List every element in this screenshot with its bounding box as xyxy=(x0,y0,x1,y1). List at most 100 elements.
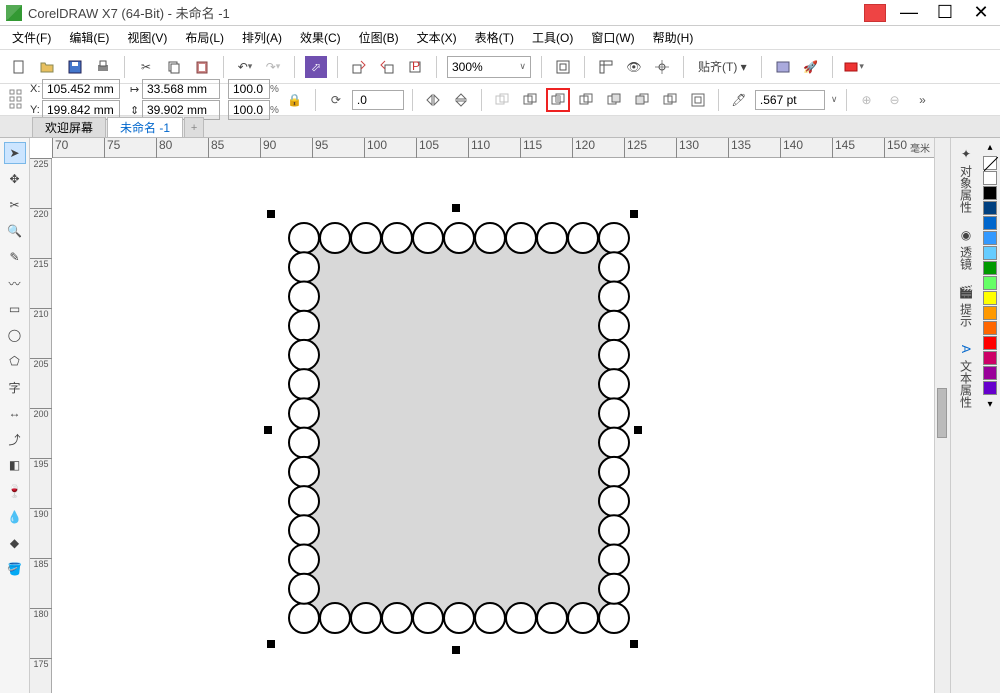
trim-button[interactable] xyxy=(518,88,542,112)
pick-tool[interactable]: ➤ xyxy=(4,142,26,164)
open-button[interactable] xyxy=(36,56,58,78)
cut-button[interactable]: ✂ xyxy=(135,56,157,78)
docker-hints[interactable]: 🎬提示 xyxy=(958,284,975,327)
freehand-tool[interactable]: ✎ xyxy=(4,246,26,268)
launch-button[interactable]: 🚀 xyxy=(800,56,822,78)
show-guides-button[interactable] xyxy=(651,56,673,78)
docker-object-properties[interactable]: ✦对象属性 xyxy=(958,146,975,213)
menu-视图[interactable]: 视图(V) xyxy=(119,26,175,49)
menu-位图[interactable]: 位图(B) xyxy=(351,26,407,49)
parallel-dim-tool[interactable]: ↔ xyxy=(4,402,26,424)
menu-效果[interactable]: 效果(C) xyxy=(292,26,349,49)
mirror-h-button[interactable] xyxy=(421,88,445,112)
palette-down-icon[interactable]: ▾ xyxy=(987,399,992,410)
color-swatch[interactable] xyxy=(983,186,997,200)
menu-文本[interactable]: 文本(X) xyxy=(409,26,465,49)
add-preset-button[interactable]: ⊕ xyxy=(855,88,879,112)
export-button[interactable] xyxy=(376,56,398,78)
menu-工具[interactable]: 工具(O) xyxy=(524,26,581,49)
redo-button[interactable]: ↷ ▾ xyxy=(262,56,284,78)
text-tool[interactable]: 字 xyxy=(4,376,26,398)
menu-编辑[interactable]: 编辑(E) xyxy=(61,26,117,49)
width-input[interactable]: 33.568 mm xyxy=(142,79,220,99)
zoom-select[interactable]: 300%∨ xyxy=(447,56,531,78)
zoom-tool[interactable]: 🔍 xyxy=(4,220,26,242)
import-button[interactable] xyxy=(348,56,370,78)
color-swatch[interactable] xyxy=(983,276,997,290)
print-button[interactable] xyxy=(92,56,114,78)
more-options-button[interactable]: » xyxy=(911,88,935,112)
snap-dropdown[interactable]: 贴齐(T) ▾ xyxy=(694,56,751,78)
new-tab-button[interactable]: + xyxy=(184,117,204,137)
interactive-fill-tool[interactable]: ◆ xyxy=(4,532,26,554)
palette-up-icon[interactable]: ▴ xyxy=(987,142,992,153)
docker-lens[interactable]: ◉透镜 xyxy=(958,227,975,270)
undo-button[interactable]: ↶ ▾ xyxy=(234,56,256,78)
front-minus-back-button[interactable] xyxy=(602,88,626,112)
color-swatch[interactable] xyxy=(983,321,997,335)
color-swatch[interactable] xyxy=(983,261,997,275)
drop-shadow-tool[interactable]: ◧ xyxy=(4,454,26,476)
menu-布局[interactable]: 布局(L) xyxy=(177,26,232,49)
color-swatch[interactable] xyxy=(983,291,997,305)
transparency-tool[interactable]: 🍷 xyxy=(4,480,26,502)
color-swatch[interactable] xyxy=(983,201,997,215)
scroll-thumb[interactable] xyxy=(937,388,947,438)
menu-窗口[interactable]: 窗口(W) xyxy=(583,26,642,49)
smart-fill-tool[interactable]: 🪣 xyxy=(4,558,26,580)
x-position-input[interactable]: 105.452 mm xyxy=(42,79,120,99)
connector-tool[interactable]: ⤴ xyxy=(4,428,26,450)
scale-x-input[interactable]: 100.0 xyxy=(228,79,270,99)
ellipse-tool[interactable]: ◯ xyxy=(4,324,26,346)
no-color-swatch[interactable] xyxy=(983,156,997,170)
mirror-v-button[interactable] xyxy=(449,88,473,112)
color-swatch[interactable] xyxy=(983,171,997,185)
color-swatch[interactable] xyxy=(983,381,997,395)
docker-text-properties[interactable]: A文本属性 xyxy=(958,341,975,408)
search-button[interactable]: ⬀ xyxy=(305,56,327,78)
artistic-media-tool[interactable]: 〰 xyxy=(4,272,26,294)
vertical-ruler[interactable]: 225220215210205200195190185180175 xyxy=(30,158,52,693)
maximize-button[interactable]: ☐ xyxy=(932,2,958,23)
fullscreen-button[interactable] xyxy=(552,56,574,78)
menu-排列[interactable]: 排列(A) xyxy=(234,26,290,49)
weld-button[interactable] xyxy=(490,88,514,112)
scale-y-input[interactable]: 100.0 xyxy=(228,100,270,120)
menu-帮助[interactable]: 帮助(H) xyxy=(645,26,702,49)
back-minus-front-button[interactable] xyxy=(630,88,654,112)
color-swatch[interactable] xyxy=(983,351,997,365)
show-rulers-button[interactable] xyxy=(595,56,617,78)
menu-文件[interactable]: 文件(F) xyxy=(4,26,59,49)
new-button[interactable] xyxy=(8,56,30,78)
simplify-button[interactable] xyxy=(574,88,598,112)
vertical-scrollbar[interactable] xyxy=(934,138,950,693)
paste-button[interactable] xyxy=(191,56,213,78)
app-launcher-button[interactable]: ▾ xyxy=(843,56,865,78)
crop-tool[interactable]: ✂ xyxy=(4,194,26,216)
color-swatch[interactable] xyxy=(983,336,997,350)
show-grid-button[interactable]: 👁 xyxy=(623,56,645,78)
polygon-tool[interactable]: ⬠ xyxy=(4,350,26,372)
save-button[interactable] xyxy=(64,56,86,78)
rotation-input[interactable]: .0 xyxy=(352,90,404,110)
combine-button[interactable] xyxy=(686,88,710,112)
color-swatch[interactable] xyxy=(983,231,997,245)
publish-button[interactable]: P xyxy=(404,56,426,78)
remove-preset-button[interactable]: ⊖ xyxy=(883,88,907,112)
copy-button[interactable] xyxy=(163,56,185,78)
intersect-button[interactable] xyxy=(546,88,570,112)
color-swatch[interactable] xyxy=(983,306,997,320)
eyedropper-tool[interactable]: 💧 xyxy=(4,506,26,528)
rectangle-tool[interactable]: ▭ xyxy=(4,298,26,320)
minimize-button[interactable]: — xyxy=(896,2,922,23)
horizontal-ruler[interactable]: 毫米 7075808590951001051101151201251301351… xyxy=(52,138,934,158)
lock-aspect-button[interactable]: 🔒 xyxy=(283,88,307,112)
tab-document-1[interactable]: 未命名 -1 xyxy=(107,117,183,137)
drawing-canvas[interactable]: × xyxy=(52,158,934,693)
shape-tool[interactable]: ✥ xyxy=(4,168,26,190)
close-button[interactable]: ✕ xyxy=(968,2,994,23)
options-button[interactable] xyxy=(772,56,794,78)
user-badge-icon[interactable] xyxy=(864,4,886,22)
tab-welcome[interactable]: 欢迎屏幕 xyxy=(32,117,106,137)
color-swatch[interactable] xyxy=(983,216,997,230)
